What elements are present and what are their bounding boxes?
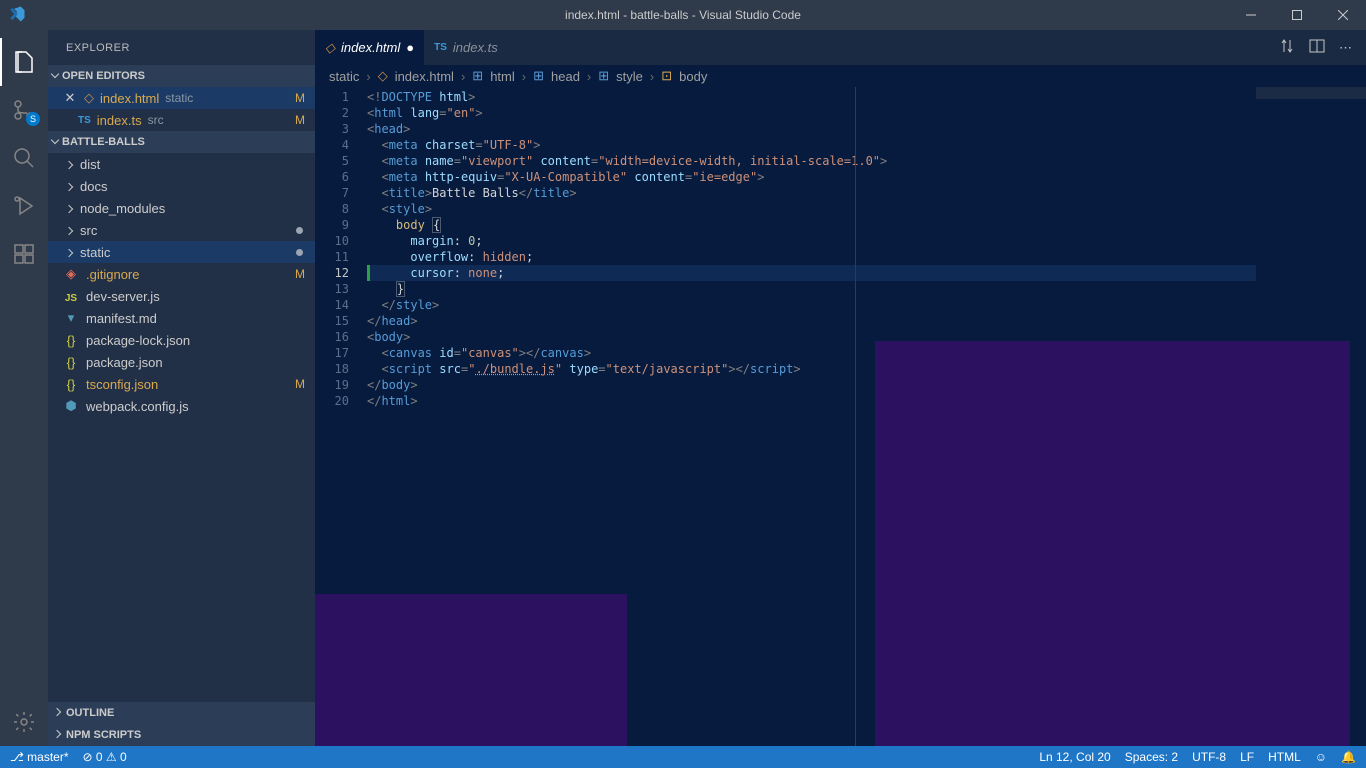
file-item[interactable]: ◈.gitignoreM <box>48 263 315 285</box>
branch-status[interactable]: ⎇ master* <box>10 750 69 764</box>
debug-tab-icon[interactable] <box>0 182 48 230</box>
symbol-icon: ⊞ <box>472 68 483 84</box>
split-editor-icon[interactable] <box>1309 38 1325 57</box>
npm-scripts-header[interactable]: NPM SCRIPTS <box>48 724 315 746</box>
status-bar: ⎇ master* ⊘ 0 ⚠ 0 Ln 12, Col 20 Spaces: … <box>0 746 1366 768</box>
settings-gear-icon[interactable] <box>0 698 48 746</box>
modified-badge: M <box>295 113 305 127</box>
overlay-block <box>315 594 627 746</box>
compare-changes-icon[interactable] <box>1279 38 1295 57</box>
file-item[interactable]: ⬢webpack.config.js <box>48 395 315 417</box>
problems-status[interactable]: ⊘ 0 ⚠ 0 <box>83 750 127 764</box>
dirty-indicator-icon: ● <box>406 40 414 55</box>
html-file-icon: ◇ <box>378 68 388 84</box>
folder-item[interactable]: dist <box>48 153 315 175</box>
folder-item[interactable]: src <box>48 219 315 241</box>
workspace-header[interactable]: BATTLE-BALLS <box>48 131 315 153</box>
close-icon[interactable]: ✕ <box>62 90 78 106</box>
ts-file-icon: TS <box>434 42 447 53</box>
extensions-tab-icon[interactable] <box>0 230 48 278</box>
eol-status[interactable]: LF <box>1240 750 1254 764</box>
window-title: index.html - battle-balls - Visual Studi… <box>565 8 801 22</box>
title-bar: index.html - battle-balls - Visual Studi… <box>0 0 1366 30</box>
editor-tabs: ◇ index.html ● TS index.ts ⋯ <box>315 30 1366 65</box>
explorer-tab-icon[interactable] <box>0 38 48 86</box>
symbol-icon: ⊞ <box>598 68 609 84</box>
code-editor[interactable]: 1234567891011121314151617181920 <!DOCTYP… <box>315 87 1366 746</box>
encoding-status[interactable]: UTF-8 <box>1192 750 1226 764</box>
editor-area: ◇ index.html ● TS index.ts ⋯ static› ◇in… <box>315 30 1366 746</box>
scm-badge: S <box>26 112 40 126</box>
file-item[interactable]: ▾manifest.md <box>48 307 315 329</box>
activity-bar: S <box>0 30 48 746</box>
scm-tab-icon[interactable]: S <box>0 86 48 134</box>
open-editor-item[interactable]: TS index.ts src M <box>48 109 315 131</box>
outline-header[interactable]: OUTLINE <box>48 702 315 724</box>
explorer-sidebar: EXPLORER OPEN EDITORS ✕ ◇ index.html sta… <box>48 30 315 746</box>
modified-badge: M <box>295 91 305 105</box>
modified-gutter-marker <box>367 265 370 281</box>
file-item[interactable]: JSdev-server.js <box>48 285 315 307</box>
html-file-icon: ◇ <box>84 90 94 106</box>
overlay-block <box>875 341 1350 746</box>
html-file-icon: ◇ <box>325 40 335 56</box>
cursor-position[interactable]: Ln 12, Col 20 <box>1039 750 1110 764</box>
editor-ruler <box>855 87 856 746</box>
symbol-icon: ⊞ <box>533 68 544 84</box>
ts-file-icon: TS <box>78 115 91 126</box>
language-mode[interactable]: HTML <box>1268 750 1301 764</box>
open-editor-item[interactable]: ✕ ◇ index.html static M <box>48 87 315 109</box>
file-item[interactable]: {}package-lock.json <box>48 329 315 351</box>
tab-index-html[interactable]: ◇ index.html ● <box>315 30 424 65</box>
sidebar-title: EXPLORER <box>48 30 315 65</box>
app-logo-icon <box>8 5 26 26</box>
open-editors-header[interactable]: OPEN EDITORS <box>48 65 315 87</box>
close-window-button[interactable] <box>1320 0 1366 30</box>
breadcrumb[interactable]: static› ◇index.html› ⊞html› ⊞head› ⊞styl… <box>315 65 1366 87</box>
file-item[interactable]: {}package.json <box>48 351 315 373</box>
notifications-icon[interactable]: 🔔 <box>1341 750 1356 764</box>
search-tab-icon[interactable] <box>0 134 48 182</box>
feedback-icon[interactable]: ☺ <box>1315 750 1327 764</box>
folder-item[interactable]: node_modules <box>48 197 315 219</box>
indentation-status[interactable]: Spaces: 2 <box>1125 750 1178 764</box>
minimize-button[interactable] <box>1228 0 1274 30</box>
maximize-button[interactable] <box>1274 0 1320 30</box>
more-actions-icon[interactable]: ⋯ <box>1339 40 1352 56</box>
file-item[interactable]: {}tsconfig.jsonM <box>48 373 315 395</box>
folder-item[interactable]: static <box>48 241 315 263</box>
folder-item[interactable]: docs <box>48 175 315 197</box>
symbol-icon: ⊡ <box>661 68 672 84</box>
tab-index-ts[interactable]: TS index.ts <box>424 30 508 65</box>
